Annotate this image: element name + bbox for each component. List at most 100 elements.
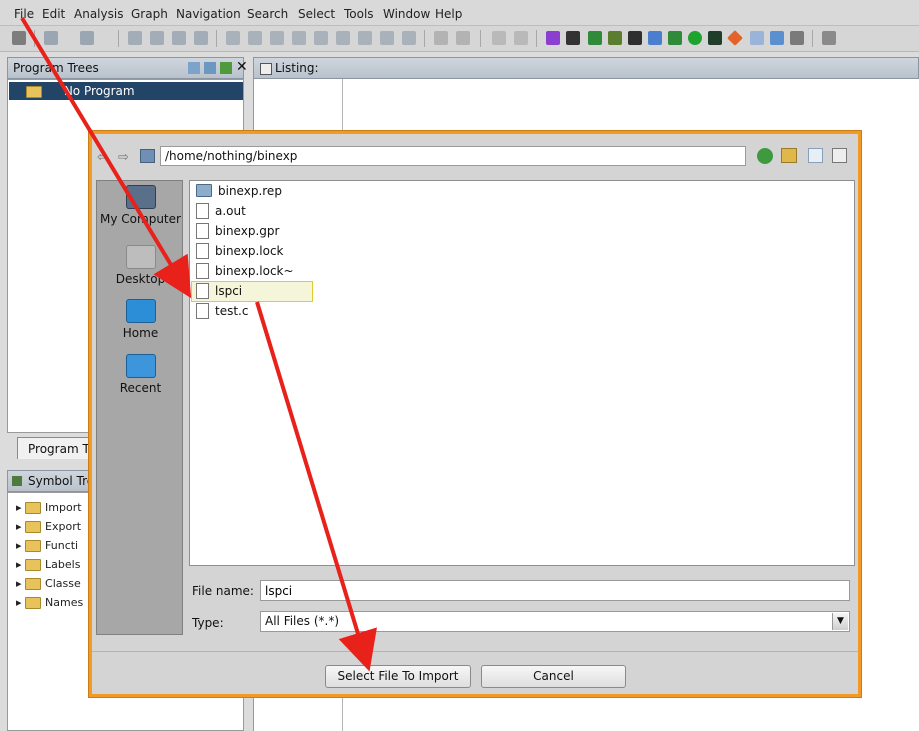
nav-icon[interactable]: [128, 31, 142, 45]
recent-icon: [125, 354, 156, 378]
panel-tool-icon[interactable]: [204, 62, 216, 74]
undefined-icon[interactable]: [292, 31, 306, 45]
refresh-icon[interactable]: [757, 148, 773, 164]
forward-icon[interactable]: [80, 31, 94, 45]
listing-title: Listing:: [275, 61, 319, 75]
place-recent[interactable]: Recent: [97, 354, 184, 395]
tree-item-classes[interactable]: ▸ Classe: [16, 577, 81, 590]
tool-icon[interactable]: [358, 31, 372, 45]
file-item[interactable]: test.c: [196, 302, 256, 321]
tree-item-label: Functi: [45, 539, 79, 552]
type-select[interactable]: All Files (*.*) ▼: [260, 611, 850, 632]
file-item[interactable]: binexp.gpr: [196, 222, 287, 241]
no-program-label: No Program: [63, 84, 135, 98]
save-icon[interactable]: [12, 31, 26, 45]
toolbar-separator: [216, 30, 217, 47]
folder-icon: [25, 559, 42, 571]
type-value: All Files (*.*): [265, 614, 340, 628]
place-desktop[interactable]: Desktop: [97, 245, 184, 286]
toolbar: [0, 26, 919, 52]
place-my-computer[interactable]: My Computer: [97, 185, 184, 226]
menu-analysis[interactable]: Analysis: [74, 7, 123, 21]
file-item[interactable]: binexp.lock: [196, 242, 291, 261]
nav-icon[interactable]: [194, 31, 208, 45]
tree-item-imports[interactable]: ▸ Import: [16, 501, 82, 514]
menu-edit[interactable]: Edit: [42, 7, 65, 21]
tool-icon[interactable]: [456, 31, 470, 45]
toolbar-separator: [480, 30, 481, 47]
new-folder-icon[interactable]: [781, 148, 797, 163]
menu-graph[interactable]: Graph: [131, 7, 168, 21]
data-icon[interactable]: [270, 31, 284, 45]
panel-tool-icon[interactable]: [188, 62, 200, 74]
place-label: Recent: [119, 381, 162, 395]
list-view-icon[interactable]: [808, 148, 823, 163]
path-field[interactable]: /home/nothing/binexp: [160, 146, 746, 166]
file-item-selected[interactable]: lspci: [191, 281, 313, 302]
nav-icon[interactable]: [172, 31, 186, 45]
cf-icon[interactable]: [648, 31, 662, 45]
file-icon: [196, 202, 209, 219]
file-item[interactable]: a.out: [196, 202, 254, 221]
undo-icon[interactable]: [492, 31, 506, 45]
place-label: Home: [122, 326, 159, 340]
program-trees-title: Program Trees: [13, 61, 99, 75]
toolbar-separator: [34, 30, 35, 47]
tree-item-functions[interactable]: ▸ Functi: [16, 539, 78, 552]
tool-icon[interactable]: [770, 31, 784, 45]
diamond-icon[interactable]: [727, 30, 743, 46]
file-icon: [196, 282, 209, 299]
tree-item-labels[interactable]: ▸ Labels: [16, 558, 80, 571]
menu-navigation[interactable]: Navigation: [176, 7, 241, 21]
folder-icon: [25, 521, 42, 533]
back-icon[interactable]: ⇦: [97, 150, 108, 165]
file-name-input[interactable]: [260, 580, 850, 601]
details-view-icon[interactable]: [832, 148, 847, 163]
bytes-icon[interactable]: [566, 31, 580, 45]
chip-icon[interactable]: [708, 31, 722, 45]
file-icon: [196, 222, 209, 239]
check-icon[interactable]: [546, 31, 560, 45]
tool-icon[interactable]: [588, 31, 602, 45]
folder-icon: [196, 184, 212, 197]
menu-search[interactable]: Search: [247, 7, 288, 21]
file-item[interactable]: binexp.rep: [196, 182, 290, 201]
tool-icon[interactable]: [822, 31, 836, 45]
tool-icon[interactable]: [790, 31, 804, 45]
tree-row-selected[interactable]: No Program: [9, 82, 243, 100]
graph-icon[interactable]: [668, 31, 682, 45]
tool-icon[interactable]: [380, 31, 394, 45]
tree-item-namespaces[interactable]: ▸ Names: [16, 596, 83, 609]
instruction-icon[interactable]: [248, 31, 262, 45]
tool-icon[interactable]: [402, 31, 416, 45]
folder-up-icon[interactable]: [140, 149, 155, 163]
nav-icon[interactable]: [150, 31, 164, 45]
chevron-down-icon[interactable]: ▼: [832, 613, 848, 630]
close-icon[interactable]: ✕: [236, 59, 248, 75]
menu-tools[interactable]: Tools: [344, 7, 374, 21]
desktop-icon: [125, 245, 156, 269]
menu-file[interactable]: File: [14, 7, 34, 21]
run-icon[interactable]: [688, 31, 702, 45]
tool-icon[interactable]: [434, 31, 448, 45]
back-icon[interactable]: [44, 31, 58, 45]
file-icon: [196, 262, 209, 279]
cancel-button[interactable]: Cancel: [481, 665, 626, 688]
table-icon[interactable]: [750, 31, 764, 45]
down-arrow-icon[interactable]: [226, 31, 240, 45]
place-home[interactable]: Home: [97, 299, 184, 340]
tool-icon[interactable]: [608, 31, 622, 45]
file-name: a.out: [215, 204, 246, 218]
label-icon[interactable]: [314, 31, 328, 45]
decompile-icon[interactable]: [628, 31, 642, 45]
menu-window[interactable]: Window: [383, 7, 430, 21]
menu-help[interactable]: Help: [435, 7, 462, 21]
select-file-button[interactable]: Select File To Import: [325, 665, 471, 688]
file-item[interactable]: binexp.lock~: [196, 262, 302, 281]
redo-icon[interactable]: [514, 31, 528, 45]
forward-icon[interactable]: ⇨: [118, 150, 129, 165]
panel-tool-icon[interactable]: [220, 62, 232, 74]
tree-item-exports[interactable]: ▸ Export: [16, 520, 81, 533]
function-icon[interactable]: [336, 31, 350, 45]
menu-select[interactable]: Select: [298, 7, 335, 21]
